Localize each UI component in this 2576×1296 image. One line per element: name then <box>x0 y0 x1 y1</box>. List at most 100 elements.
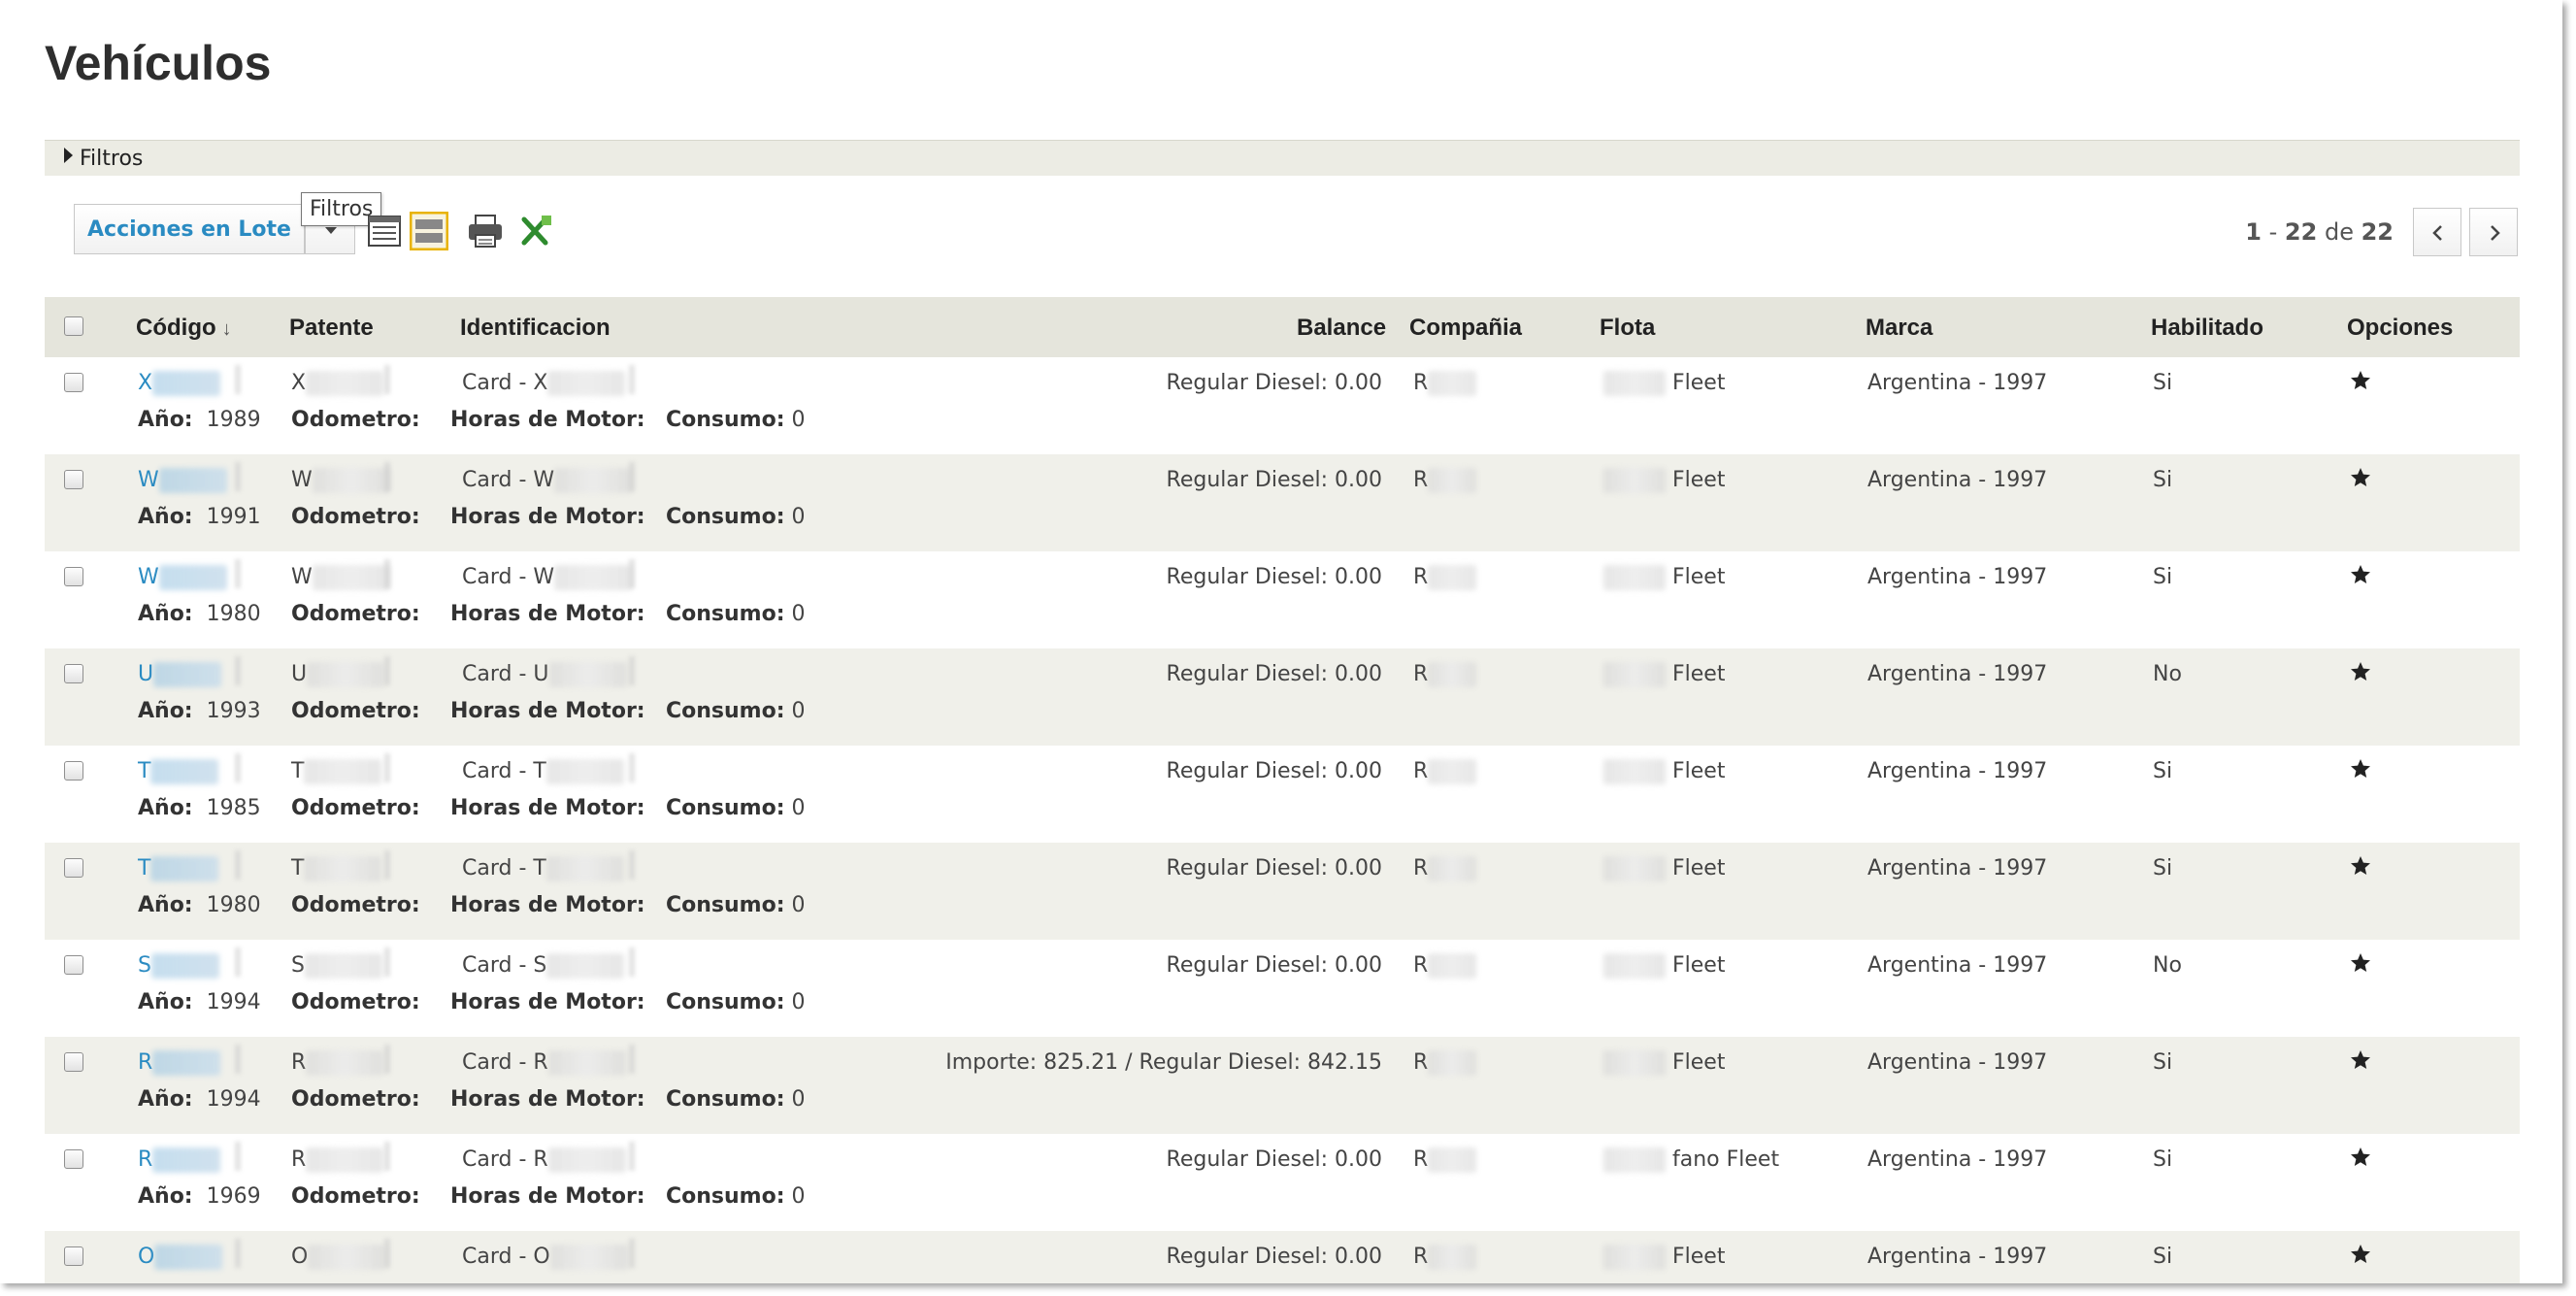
vehicle-code-link[interactable]: W <box>138 565 227 590</box>
row-checkbox[interactable] <box>64 858 83 878</box>
company-value: R <box>1413 371 1477 396</box>
star-icon[interactable] <box>2349 951 2372 975</box>
enabled-value: Si <box>2153 565 2173 589</box>
brand-value: Argentina - 1997 <box>1867 856 2048 881</box>
select-all-checkbox[interactable] <box>64 316 83 336</box>
page-title: Vehículos <box>45 36 272 90</box>
row-checkbox[interactable] <box>64 373 83 392</box>
year-field: Año: 1993 <box>138 699 261 723</box>
prev-page-button[interactable] <box>2413 208 2461 256</box>
print-icon[interactable] <box>466 212 505 250</box>
col-flota[interactable]: Flota <box>1600 315 1655 342</box>
identification-value: Card - U <box>462 662 627 687</box>
vehicle-code-link[interactable]: U <box>138 662 222 687</box>
table-row: R R Card - R Importe: 825.21 / Regular D… <box>45 1037 2520 1134</box>
odometer-label: Odometro: <box>291 408 420 432</box>
row-checkbox[interactable] <box>64 1149 83 1169</box>
identification-value: Card - O <box>462 1245 628 1270</box>
grid-view-icon[interactable] <box>410 212 448 250</box>
col-balance[interactable]: Balance <box>1297 315 1386 342</box>
col-patente[interactable]: Patente <box>289 315 374 342</box>
star-icon[interactable] <box>2349 466 2372 489</box>
vehicle-code-link[interactable]: T <box>138 856 219 881</box>
brand-value: Argentina - 1997 <box>1867 662 2048 686</box>
fleet-value: Fleet <box>1603 371 1725 396</box>
col-habilitado[interactable]: Habilitado <box>2151 315 2263 342</box>
vehicle-code-link[interactable]: X <box>138 371 221 396</box>
batch-actions-button[interactable]: Acciones en Lote <box>74 204 305 254</box>
table-row: W W Card - W Regular Diesel: 0.00 R Flee… <box>45 454 2520 551</box>
fleet-value: Fleet <box>1603 565 1725 590</box>
table-row: T T Card - T Regular Diesel: 0.00 R Flee… <box>45 746 2520 843</box>
excel-export-icon[interactable] <box>516 212 555 250</box>
cell-divider <box>384 462 390 491</box>
cell-divider <box>629 850 635 880</box>
enabled-value: Si <box>2153 759 2173 783</box>
engine-hours-label: Horas de Motor: <box>450 602 645 626</box>
year-field: Año: 1980 <box>138 893 261 917</box>
cell-divider <box>235 1045 241 1074</box>
cell-divider <box>384 559 390 588</box>
plate-value: W <box>291 565 390 590</box>
star-icon[interactable] <box>2349 854 2372 878</box>
plate-value: S <box>291 953 382 979</box>
col-marca[interactable]: Marca <box>1866 315 1932 342</box>
cell-divider <box>629 365 635 394</box>
star-icon[interactable] <box>2349 1146 2372 1169</box>
star-icon[interactable] <box>2349 757 2372 781</box>
sort-down-icon: ↓ <box>221 318 232 340</box>
cell-divider <box>235 1142 241 1171</box>
cell-divider <box>629 1045 635 1074</box>
vehicle-code-link[interactable]: R <box>138 1147 221 1173</box>
row-checkbox[interactable] <box>64 664 83 683</box>
cell-divider <box>235 559 241 588</box>
enabled-value: Si <box>2153 1245 2173 1269</box>
odometer-label: Odometro: <box>291 796 420 820</box>
star-icon[interactable] <box>2349 1243 2372 1266</box>
chevron-right-icon <box>2491 225 2500 241</box>
balance-value: Importe: 825.21 / Regular Diesel: 842.15 <box>945 1050 1382 1075</box>
cell-divider <box>384 1142 390 1171</box>
fleet-value: Fleet <box>1603 662 1725 687</box>
brand-value: Argentina - 1997 <box>1867 1147 2048 1172</box>
vehicle-code-link[interactable]: S <box>138 953 219 979</box>
table-row: O O Card - O Regular Diesel: 0.00 R Flee… <box>45 1231 2520 1283</box>
odometer-label: Odometro: <box>291 1087 420 1112</box>
star-icon[interactable] <box>2349 369 2372 392</box>
fleet-value: fano Fleet <box>1603 1147 1779 1173</box>
row-checkbox[interactable] <box>64 567 83 586</box>
vehicle-code-link[interactable]: T <box>138 759 219 784</box>
col-codigo[interactable]: Código ↓ <box>136 315 232 342</box>
enabled-value: Si <box>2153 468 2173 492</box>
brand-value: Argentina - 1997 <box>1867 1245 2048 1269</box>
row-checkbox[interactable] <box>64 1052 83 1072</box>
consumption-field: Consumo: 0 <box>666 1184 806 1209</box>
engine-hours-label: Horas de Motor: <box>450 1087 645 1112</box>
pagination-range: 1 - 22 de 22 <box>2245 218 2394 246</box>
list-view-icon[interactable] <box>365 212 404 250</box>
vehicle-code-link[interactable]: R <box>138 1050 221 1076</box>
star-icon[interactable] <box>2349 563 2372 586</box>
cell-divider <box>235 753 241 782</box>
star-icon[interactable] <box>2349 1048 2372 1072</box>
cell-divider <box>384 1045 390 1074</box>
filters-toggle[interactable]: Filtros <box>45 140 2520 176</box>
star-icon[interactable] <box>2349 660 2372 683</box>
next-page-button[interactable] <box>2469 208 2518 256</box>
table-header: Código ↓ Patente Identificacion Balance C… <box>45 297 2520 357</box>
cell-divider <box>629 947 635 977</box>
row-checkbox[interactable] <box>64 470 83 489</box>
vehicle-code-link[interactable]: O <box>138 1245 223 1270</box>
cell-divider <box>235 1239 241 1268</box>
cell-divider <box>235 462 241 491</box>
row-checkbox[interactable] <box>64 955 83 975</box>
cell-divider <box>384 1239 390 1268</box>
row-checkbox[interactable] <box>64 761 83 781</box>
odometer-label: Odometro: <box>291 699 420 723</box>
col-identificacion[interactable]: Identificacion <box>460 315 611 342</box>
year-field: Año: 1980 <box>138 602 261 626</box>
col-compania[interactable]: Compañia <box>1409 315 1522 342</box>
row-checkbox[interactable] <box>64 1246 83 1266</box>
vehicle-code-link[interactable]: W <box>138 468 227 493</box>
identification-value: Card - S <box>462 953 625 979</box>
